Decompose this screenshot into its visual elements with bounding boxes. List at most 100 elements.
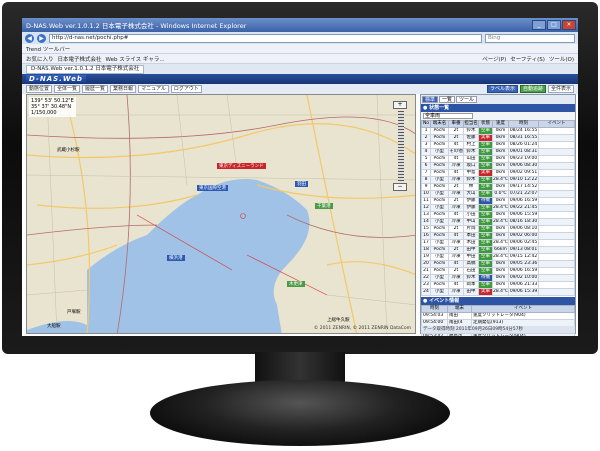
tab-dnas[interactable]: D-NAS.Web ver.1.0.1.2 日本電子株式会社 — [26, 64, 145, 74]
table-cell: 田中 — [463, 288, 479, 296]
minimize-button[interactable]: _ — [532, 20, 546, 30]
table-cell — [538, 260, 575, 268]
table-row[interactable]: 20 Pochi 4t 高橋 空車 0km 09/05 23:36 — [421, 260, 575, 268]
logout-button[interactable]: ログアウト — [170, 85, 202, 93]
table-row[interactable]: 22 小型 冷凍 鈴木 待機 0km 09/02 10:00 — [421, 274, 575, 282]
menu-button[interactable]: 全体一覧 — [54, 85, 81, 93]
column-header[interactable]: イベント — [471, 305, 575, 313]
search-input[interactable]: Bing — [485, 33, 575, 43]
maximize-button[interactable]: □ — [547, 20, 561, 30]
table-cell: 0km — [492, 225, 509, 233]
table-row[interactable]: 9 Pochi 2t 林空車 0km 09/17 14:52 — [421, 183, 575, 191]
table-row[interactable]: 11 Pochi 2t 伊藤 待機 0km 09/06 16:59 — [421, 197, 575, 205]
table-cell — [538, 134, 575, 142]
cmd-tools[interactable]: ツール(O) — [549, 55, 574, 63]
zoom-out-button[interactable]: − — [393, 183, 407, 191]
menu-button[interactable]: マニュアル — [138, 85, 169, 93]
table-row[interactable]: 15 Pochi 2t 片岡 空車 0km 09/06 08:10 — [421, 225, 575, 233]
cmd-safety[interactable]: セーフティ(S) — [510, 55, 545, 63]
table-row[interactable]: 5 Pochi 4t 山田 空車 0km 09/23 19:00 — [421, 155, 575, 163]
table-row[interactable]: 8 小型 冷凍 鈴木 空車 28.4℃ 09/10 12:22 — [421, 176, 575, 184]
fav-item[interactable]: お気に入り — [26, 55, 54, 63]
table-row[interactable]: 10 小型 冷凍 大山 空車 0.0℃ 07/21 22:07 — [421, 190, 575, 198]
table-cell: Pochi — [430, 267, 449, 275]
table-row[interactable]: 4 小型 その他 鈴木 空車 0km 09/01 08:31 — [421, 148, 575, 156]
tab-standard[interactable]: 標準 — [422, 96, 439, 103]
label-toggle-button[interactable]: ラベル表示 — [486, 85, 518, 93]
column-header[interactable]: 車番 — [448, 120, 464, 128]
trend-toolbar-label[interactable]: Trend ツールバー — [26, 45, 70, 53]
table-row[interactable]: 3 Pochi 4t 村上 空車 0km 08/26 01:24 — [421, 141, 575, 149]
table-row[interactable]: 12 小型 冷凍 伊藤 空車 28.4℃ 09/22 21:45 — [421, 204, 575, 212]
column-header[interactable]: 状態 — [478, 120, 493, 128]
table-row[interactable]: 17 小型 冷凍 木田 空車 28.4℃ 09/06 02:45 — [421, 239, 575, 247]
status-badge: 空車 — [478, 211, 493, 219]
table-row[interactable]: 18 Pochi 2t 田中 空車 66km 09/13 08:01 — [421, 246, 575, 254]
table-cell: 片岡 — [463, 225, 479, 233]
table-row[interactable]: 24 小型 冷凍 田中 実車 28.4℃ 09/06 15:39 — [421, 288, 575, 296]
table-row[interactable]: 16 Pochi 4t 本田 空車 0km 09/02 06:00 — [421, 232, 575, 240]
table-cell — [538, 162, 575, 170]
table-cell: Pochi — [430, 246, 449, 254]
table-row[interactable]: 1 Pochi 2t 鈴木 空車 0km 08/24 16:55 — [421, 127, 575, 135]
app-header: D-NAS.Web — [22, 74, 578, 84]
table-cell: 14 — [421, 218, 431, 226]
tab-list[interactable]: 一覧 — [439, 96, 456, 103]
list-item[interactable]: 09:53:42福島市速度ソリットレータ(904) — [421, 333, 575, 336]
column-header[interactable]: 時刻 — [421, 305, 448, 313]
column-header[interactable]: 時刻 — [508, 120, 539, 128]
back-icon[interactable]: ◀ — [25, 33, 34, 43]
table-cell: 13 — [421, 211, 431, 219]
vehicle-filter-select[interactable]: 全車両 — [423, 113, 473, 119]
column-header[interactable]: 端末 — [447, 305, 472, 313]
auto-track-button[interactable]: 自動追跡 — [519, 85, 546, 93]
table-row[interactable]: 2 Pochi 2t 佐藤 実車 0km 08/31 16:55 — [421, 134, 575, 142]
menu-button[interactable]: 業務日報 — [110, 85, 137, 93]
list-item[interactable]: 09:54:03 南田 速度ソリットレータ(904) — [421, 312, 575, 320]
table-cell: 5 — [421, 155, 431, 163]
table-cell: 09/10 12:22 — [508, 176, 539, 184]
table-row[interactable]: 21 Pochi 2t 石田 空車 0km 09/06 16:59 — [421, 267, 575, 275]
status-badge: 空車 — [478, 176, 493, 184]
table-cell: 11 — [421, 197, 431, 205]
table-cell — [538, 183, 575, 191]
column-header[interactable]: 担当名 — [463, 120, 479, 128]
close-button[interactable]: × — [562, 20, 576, 30]
table-cell: 0km — [492, 148, 509, 156]
column-header[interactable]: 端末名 — [430, 120, 449, 128]
table-cell: 09/22 21:45 — [508, 204, 539, 212]
table-cell: 小型 — [430, 274, 449, 282]
table-cell: 2t — [448, 225, 464, 233]
menu-button[interactable]: 履歴一覧 — [82, 85, 109, 93]
map-place-label: 羽田 — [295, 181, 308, 187]
column-header[interactable]: イベント — [538, 120, 575, 128]
cmd-page[interactable]: ページ(P) — [482, 55, 506, 63]
map-view[interactable]: 139° 53' 50.12"E 35° 37' 30.48"N 1/150,0… — [26, 94, 416, 334]
url-input[interactable]: http://d-nas.net/pochi.php# — [49, 33, 482, 43]
table-cell: 0km — [492, 281, 509, 289]
show-all-button[interactable]: 全件表示 — [547, 85, 574, 93]
fav-item[interactable]: 日本電子株式会社 — [58, 55, 102, 63]
table-cell: 2t — [448, 267, 464, 275]
forward-icon[interactable]: ▶ — [37, 33, 46, 43]
column-header[interactable]: 速度 — [492, 120, 509, 128]
table-cell: Pochi — [430, 127, 449, 135]
table-row[interactable]: 7 Pochi 4t 中島 実車 0km 09/02 09:51 — [421, 169, 575, 177]
table-row[interactable]: 6 Pochi 冷凍 坂口 空車 0km 09/06 08:30 — [421, 162, 575, 170]
zoom-in-button[interactable]: + — [393, 101, 407, 109]
table-cell: 冷凍 — [448, 204, 464, 212]
zoom-slider[interactable] — [398, 111, 404, 181]
map-canvas — [27, 95, 415, 333]
menu-button[interactable]: 動態位置 — [26, 85, 53, 93]
table-row[interactable]: 19 小型 冷凍 中田 空車 28.4℃ 09/15 12:42 — [421, 253, 575, 261]
fav-item[interactable]: Web スライス ギャラ... — [106, 55, 165, 63]
table-row[interactable]: 14 小型 冷凍 中山 空車 28.4℃ 08/16 18:30 — [421, 218, 575, 226]
table-cell — [538, 176, 575, 184]
column-header[interactable]: No — [421, 120, 431, 128]
table-cell: 08/16 18:30 — [508, 218, 539, 226]
table-row[interactable]: 23 Pochi 4t 岡本 空車 0km 09/06 21:33 — [421, 281, 575, 289]
tab-tools[interactable]: ツール — [456, 96, 478, 103]
table-cell: 09/15 12:42 — [508, 253, 539, 261]
table-cell: 冷凍 — [448, 288, 464, 296]
table-row[interactable]: 13 Pochi 4t 小田 空車 0km 09/06 15:59 — [421, 211, 575, 219]
